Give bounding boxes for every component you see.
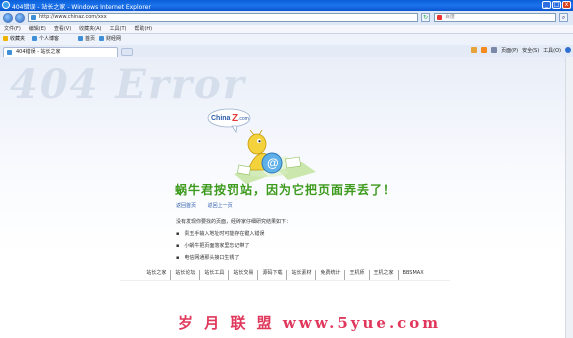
command-bar: 页面(P) 安全(S) 工具(O) bbox=[471, 46, 571, 56]
page-favicon bbox=[31, 15, 36, 20]
search-provider-icon bbox=[437, 15, 442, 20]
page-icon bbox=[78, 36, 83, 41]
footer-link[interactable]: 王机之家 bbox=[370, 270, 399, 280]
menu-file[interactable]: 文件(F) bbox=[4, 25, 21, 33]
search-button[interactable]: ⌕ bbox=[559, 13, 568, 22]
menu-help[interactable]: 帮助(H) bbox=[134, 25, 152, 33]
home-button[interactable] bbox=[471, 46, 478, 56]
return-links: 返回首页 返回上一页 bbox=[176, 202, 243, 209]
tab-title: 404错误 - 站长之家 bbox=[16, 49, 61, 55]
page-menu[interactable]: 页面(P) bbox=[501, 46, 518, 56]
footer-link[interactable]: 站长交易 bbox=[229, 270, 259, 280]
footer-link[interactable]: 王机师 bbox=[345, 270, 370, 280]
footer-link[interactable]: 站长论坛 bbox=[171, 270, 201, 280]
safety-menu[interactable]: 安全(S) bbox=[522, 46, 539, 56]
footer-nav: 站长之家 站长论坛 站长工具 站长交易 源码下载 站长素材 免费统计 王机师 王… bbox=[120, 270, 450, 281]
printer-icon bbox=[491, 47, 498, 53]
star-icon bbox=[3, 36, 8, 41]
fav-item-label: 个人博客 bbox=[39, 36, 60, 42]
error-description: 没有发现你要找的页面，经砖家仔细研究结果如下： bbox=[176, 219, 292, 225]
favorites-button[interactable]: 收藏夹 bbox=[3, 36, 25, 43]
page-icon bbox=[32, 36, 37, 41]
back-button[interactable] bbox=[3, 13, 13, 23]
rss-icon bbox=[481, 47, 488, 53]
forward-button[interactable] bbox=[15, 13, 25, 23]
fav-item-label: 首页 bbox=[85, 36, 96, 42]
link-back[interactable]: 返回上一页 bbox=[208, 203, 233, 209]
window-title: 404错误 - 站长之家 - Windows Internet Explorer bbox=[12, 4, 151, 11]
tab-current[interactable]: 404错误 - 站长之家 bbox=[3, 47, 118, 57]
menu-tools[interactable]: 工具(T) bbox=[110, 25, 127, 33]
tools-menu[interactable]: 工具(O) bbox=[543, 46, 561, 56]
list-item: 电信网通那头接口生锈了 bbox=[176, 252, 264, 264]
maximize-button[interactable]: □ bbox=[552, 1, 561, 9]
address-toolbar: http://www.chinaz.com/xxx ↻ 百度 ⌕ bbox=[0, 11, 573, 26]
print-button[interactable] bbox=[491, 46, 498, 56]
fav-item-blog[interactable]: 个人博客 bbox=[32, 36, 59, 43]
fav-item-home[interactable]: 首页 bbox=[78, 36, 95, 43]
error-headline: 蜗牛君按罚站，因为它把页面弄丢了！ bbox=[175, 183, 397, 197]
svg-text:@: @ bbox=[267, 156, 279, 170]
title-bar: 404错误 - 站长之家 - Windows Internet Explorer… bbox=[0, 0, 573, 11]
page-icon bbox=[99, 36, 104, 41]
minimize-button[interactable]: _ bbox=[542, 1, 551, 9]
feeds-button[interactable] bbox=[481, 46, 488, 56]
logo-com: .com bbox=[238, 116, 249, 122]
fav-item-label: 财经网 bbox=[106, 36, 122, 42]
link-home[interactable]: 返回首页 bbox=[176, 203, 196, 209]
list-item: 小蜗牛把页面落家里忘记带了 bbox=[176, 240, 264, 252]
search-placeholder: 百度 bbox=[445, 14, 456, 20]
footer-link[interactable]: 站长之家 bbox=[142, 270, 172, 280]
fav-item-finance[interactable]: 财经网 bbox=[99, 36, 121, 43]
tab-favicon bbox=[7, 50, 12, 55]
page-content: 404 Error China Z .com @ 蜗牛君按罚站，因为它把页面弄丢… bbox=[0, 57, 573, 338]
vertical-scrollbar[interactable] bbox=[565, 57, 573, 338]
menu-view[interactable]: 查看(V) bbox=[54, 25, 71, 33]
ie-icon bbox=[2, 1, 10, 9]
footer-link[interactable]: 站长素材 bbox=[287, 270, 317, 280]
search-input[interactable]: 百度 bbox=[434, 13, 556, 22]
footer-link[interactable]: 免费统计 bbox=[316, 270, 346, 280]
address-input[interactable]: http://www.chinaz.com/xxx bbox=[28, 13, 418, 22]
close-button[interactable]: x bbox=[562, 1, 571, 9]
list-item: 贵玉手输入地址时可能存在键入错误 bbox=[176, 228, 264, 240]
menu-favorites[interactable]: 收藏夹(A) bbox=[79, 25, 101, 33]
footer-link[interactable]: 源码下载 bbox=[258, 270, 288, 280]
menu-bar: 文件(F) 编辑(E) 查看(V) 收藏夹(A) 工具(T) 帮助(H) bbox=[0, 25, 573, 34]
home-icon bbox=[471, 47, 478, 53]
help-icon bbox=[565, 47, 571, 53]
logo-china: China bbox=[211, 115, 231, 122]
reason-list: 贵玉手输入地址时可能存在键入错误 小蜗牛把页面落家里忘记带了 电信网通那头接口生… bbox=[176, 228, 264, 264]
favorites-label: 收藏夹 bbox=[10, 36, 26, 42]
address-text: http://www.chinaz.com/xxx bbox=[39, 14, 107, 20]
refresh-button[interactable]: ↻ bbox=[421, 13, 430, 22]
error-watermark: 404 Error bbox=[10, 61, 246, 108]
snail-illustration: @ bbox=[234, 130, 316, 184]
help-button[interactable] bbox=[565, 46, 571, 56]
new-tab-button[interactable] bbox=[121, 48, 133, 56]
site-watermark: 岁 月 联 盟 www.5yue.com bbox=[178, 314, 442, 332]
footer-link[interactable]: BBSMAX bbox=[399, 270, 428, 280]
window-controls: _ □ x bbox=[542, 1, 571, 9]
footer-link[interactable]: 站长工具 bbox=[200, 270, 230, 280]
menu-edit[interactable]: 编辑(E) bbox=[29, 25, 46, 33]
